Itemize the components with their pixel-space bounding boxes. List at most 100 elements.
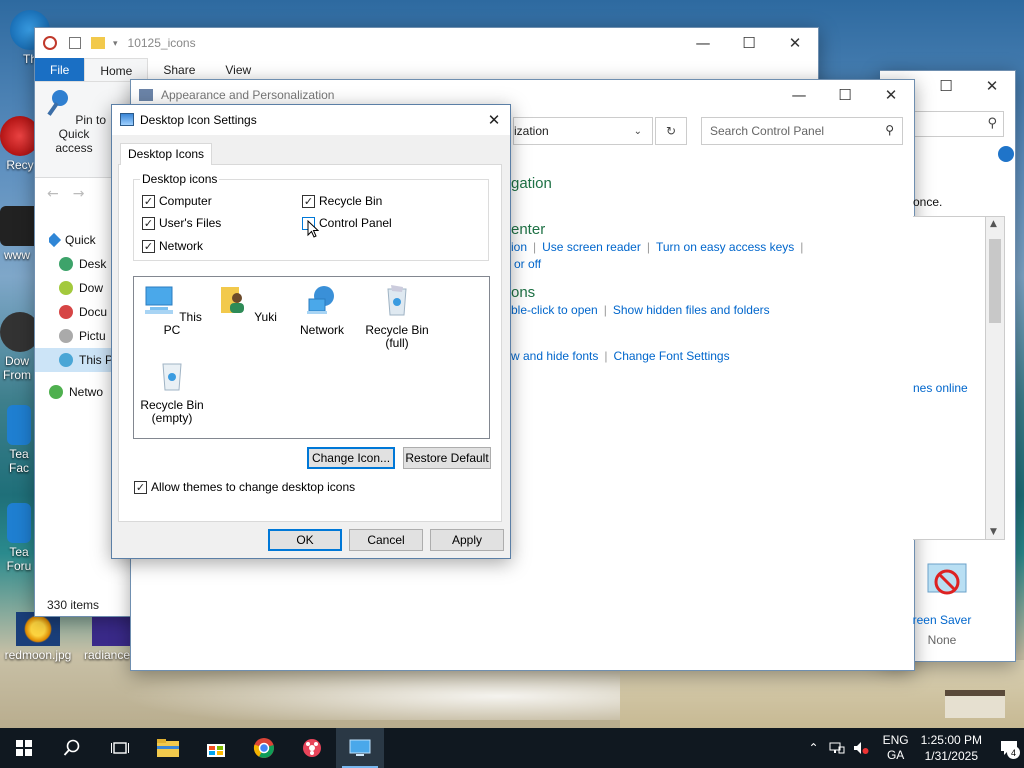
- link-use-screen-reader[interactable]: Use screen reader: [542, 240, 641, 254]
- desktop-icon-www[interactable]: www: [0, 206, 40, 262]
- checkbox-box[interactable]: ✓: [142, 239, 155, 253]
- tab-file[interactable]: File: [35, 58, 85, 81]
- screen-saver-button[interactable]: reen Saver None: [912, 562, 972, 647]
- desktop-icon-tea-fac[interactable]: Tea Fac: [4, 405, 34, 475]
- minimize-button[interactable]: —: [680, 28, 726, 58]
- icon-list[interactable]: This PC Yuki Network Recycle Bin (full) …: [133, 276, 490, 439]
- desktop-icon-tea-foru[interactable]: Tea Foru: [4, 503, 34, 573]
- tab-share[interactable]: Share: [148, 58, 210, 81]
- volume-muted-icon[interactable]: [853, 741, 869, 755]
- scrollbar[interactable]: ▲ ▼: [985, 216, 1005, 540]
- checkbox-computer[interactable]: ✓ Computer: [142, 194, 212, 208]
- caption-buttons: — ☐ ✕: [776, 80, 914, 110]
- control-panel-icon: [139, 89, 153, 101]
- taskbar-app[interactable]: [288, 728, 336, 768]
- maximize-button[interactable]: ☐: [923, 71, 969, 101]
- task-view-button[interactable]: [96, 728, 144, 768]
- checkbox-recycle-bin[interactable]: ✓ Recycle Bin: [302, 194, 382, 208]
- desktop-icon-download[interactable]: Dow From: [0, 312, 40, 382]
- search-input[interactable]: Search Control Panel ⚲: [701, 117, 903, 145]
- restore-default-button[interactable]: Restore Default: [403, 447, 491, 469]
- heading-ease-of-access[interactable]: enter: [511, 221, 545, 238]
- ok-button[interactable]: OK: [268, 529, 342, 551]
- heading-navigation[interactable]: gation: [511, 175, 552, 192]
- tab-home[interactable]: Home: [84, 58, 149, 81]
- close-button[interactable]: ✕: [772, 28, 818, 58]
- theme-listbox[interactable]: [913, 216, 985, 540]
- screen-saver-icon: [927, 563, 967, 595]
- address-bar[interactable]: ization ⌄: [513, 117, 653, 145]
- notification-badge: 4: [1007, 746, 1020, 759]
- link-get-more-themes-online[interactable]: nes online: [913, 381, 968, 395]
- globe-icon: [59, 353, 73, 367]
- chevron-down-icon[interactable]: ⌄: [634, 126, 642, 137]
- cancel-button[interactable]: Cancel: [349, 529, 423, 551]
- dialog-titlebar[interactable]: Desktop Icon Settings: [112, 105, 510, 135]
- scrollbar-thumb[interactable]: [989, 239, 1001, 323]
- checkbox-allow-themes[interactable]: ✓ Allow themes to change desktop icons: [134, 480, 355, 494]
- network-tray-icon[interactable]: [829, 741, 845, 755]
- flower-app-icon: [303, 739, 321, 757]
- icon-this-pc[interactable]: This PC: [137, 283, 207, 337]
- checkbox-users-files[interactable]: ✓ User's Files: [142, 216, 221, 230]
- search-icon: ⚲: [987, 116, 997, 131]
- properties-icon[interactable]: [69, 37, 81, 49]
- user-folder-icon: [221, 287, 245, 313]
- refresh-icon: ↻: [665, 124, 677, 138]
- link-show-hide-fonts[interactable]: w and hide fonts: [511, 349, 598, 363]
- start-button[interactable]: [0, 728, 48, 768]
- navigation-arrows[interactable]: ←→: [47, 186, 98, 202]
- scroll-up-icon[interactable]: ▲: [990, 219, 997, 229]
- taskbar-file-explorer[interactable]: [144, 728, 192, 768]
- tab-desktop-icons[interactable]: Desktop Icons: [120, 143, 213, 165]
- quick-access-dropdown-icon[interactable]: ▾: [113, 38, 118, 49]
- system-tray: ⌃ ENG GA 1:25:00 PM 1/31/2025 4: [809, 728, 1024, 768]
- link-show-hidden-files[interactable]: Show hidden files and folders: [613, 303, 770, 317]
- desktop-icon-radiance[interactable]: radiance: [80, 612, 134, 662]
- apply-button[interactable]: Apply: [430, 529, 504, 551]
- icon-recycle-bin-full[interactable]: Recycle Bin (full): [362, 283, 432, 350]
- link-high-contrast[interactable]: or off: [514, 257, 541, 271]
- maximize-button[interactable]: ☐: [726, 28, 772, 58]
- scroll-down-icon[interactable]: ▼: [990, 527, 997, 537]
- taskbar-store[interactable]: [192, 728, 240, 768]
- refresh-button[interactable]: ↻: [655, 117, 687, 145]
- pin-to-quick-access-button[interactable]: Pin to Quick access: [39, 88, 109, 155]
- tab-view[interactable]: View: [210, 58, 266, 81]
- link-magnifier[interactable]: ion: [511, 240, 527, 254]
- checkbox-box[interactable]: ✓: [142, 194, 155, 208]
- search-box[interactable]: ⚲: [910, 111, 1004, 137]
- desktop-icon-redmoon[interactable]: redmoon.jpg: [0, 612, 76, 662]
- taskbar: ⌃ ENG GA 1:25:00 PM 1/31/2025 4: [0, 728, 1024, 768]
- folder-icon[interactable]: [91, 37, 105, 49]
- globe-icon: [49, 385, 63, 399]
- maximize-button[interactable]: ☐: [822, 80, 868, 110]
- icon-network[interactable]: Network: [287, 283, 357, 337]
- chevron-up-icon[interactable]: ⌃: [809, 741, 819, 755]
- clock[interactable]: 1:25:00 PM 1/31/2025: [921, 732, 982, 764]
- link-change-font-settings[interactable]: Change Font Settings: [614, 349, 730, 363]
- taskbar-chrome[interactable]: [240, 728, 288, 768]
- search-button[interactable]: [48, 728, 96, 768]
- icon-yuki[interactable]: Yuki: [212, 283, 282, 324]
- desktop-icon-settings-dialog[interactable]: Desktop Icon Settings ✕ Desktop Icons De…: [111, 104, 511, 559]
- taskbar-desktop-icon-settings[interactable]: [336, 728, 384, 768]
- heading-file-explorer-options[interactable]: ons: [511, 284, 535, 301]
- checkbox-box[interactable]: ✓: [142, 216, 155, 230]
- action-center-button[interactable]: 4: [994, 733, 1024, 763]
- checkbox-network[interactable]: ✓ Network: [142, 239, 203, 253]
- minimize-button[interactable]: —: [776, 80, 822, 110]
- image-thumbnail-icon: [16, 612, 60, 646]
- language-indicator[interactable]: ENG GA: [883, 733, 909, 763]
- close-button[interactable]: ✕: [969, 71, 1015, 101]
- checkbox-box[interactable]: ✓: [134, 480, 147, 494]
- close-button[interactable]: ✕: [868, 80, 914, 110]
- checkbox-box[interactable]: ✓: [302, 194, 315, 208]
- change-icon-button[interactable]: Change Icon...: [307, 447, 395, 469]
- globe-icon: [59, 305, 73, 319]
- help-icon[interactable]: [998, 146, 1014, 162]
- icon-recycle-bin-empty[interactable]: Recycle Bin (empty): [137, 358, 207, 425]
- link-single-double-click[interactable]: ble-click to open: [511, 303, 598, 317]
- dialog-close-button[interactable]: ✕: [478, 105, 510, 135]
- link-turn-on-easy-access-keys[interactable]: Turn on easy access keys: [656, 240, 794, 254]
